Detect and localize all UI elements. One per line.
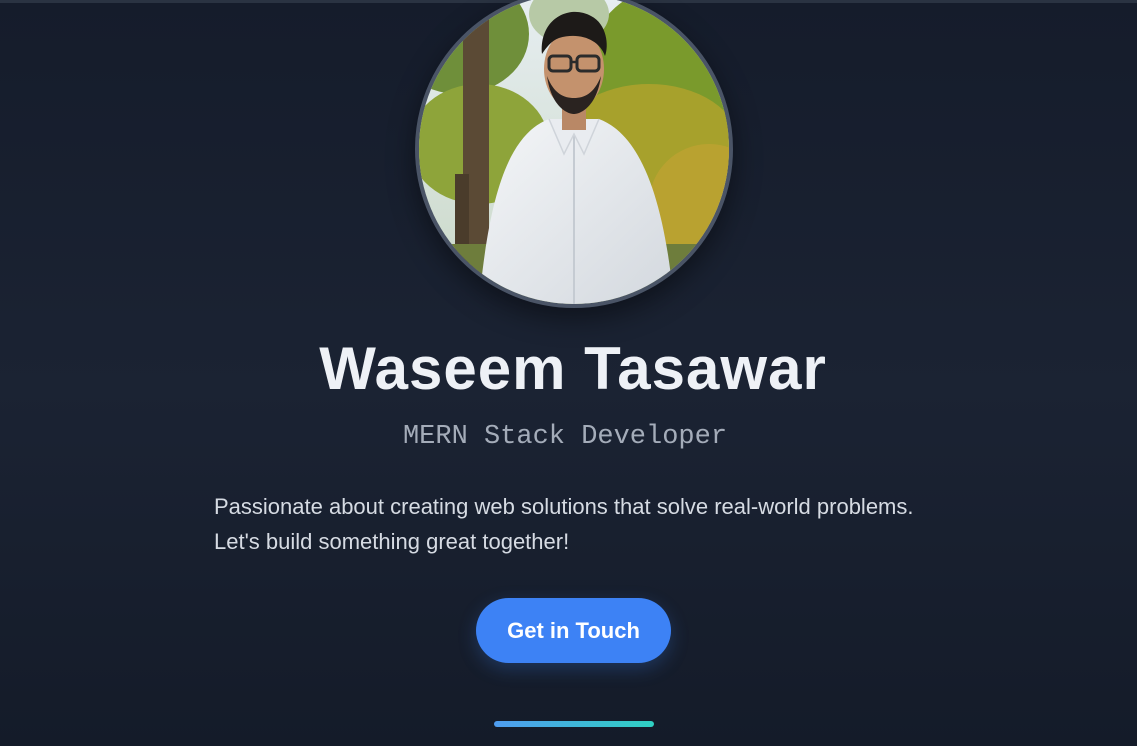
- description-line-1: Passionate about creating web solutions …: [214, 494, 914, 519]
- profile-role: MERN Stack Developer: [402, 422, 728, 452]
- profile-photo: [419, 0, 729, 304]
- profile-avatar: [415, 0, 733, 308]
- scroll-indicator: [494, 721, 654, 727]
- profile-description: Passionate about creating web solutions …: [214, 489, 974, 559]
- get-in-touch-button[interactable]: Get in Touch: [476, 598, 671, 663]
- profile-name: Waseem Tasawar: [319, 335, 827, 402]
- description-line-2: Let's build something great together!: [214, 529, 570, 554]
